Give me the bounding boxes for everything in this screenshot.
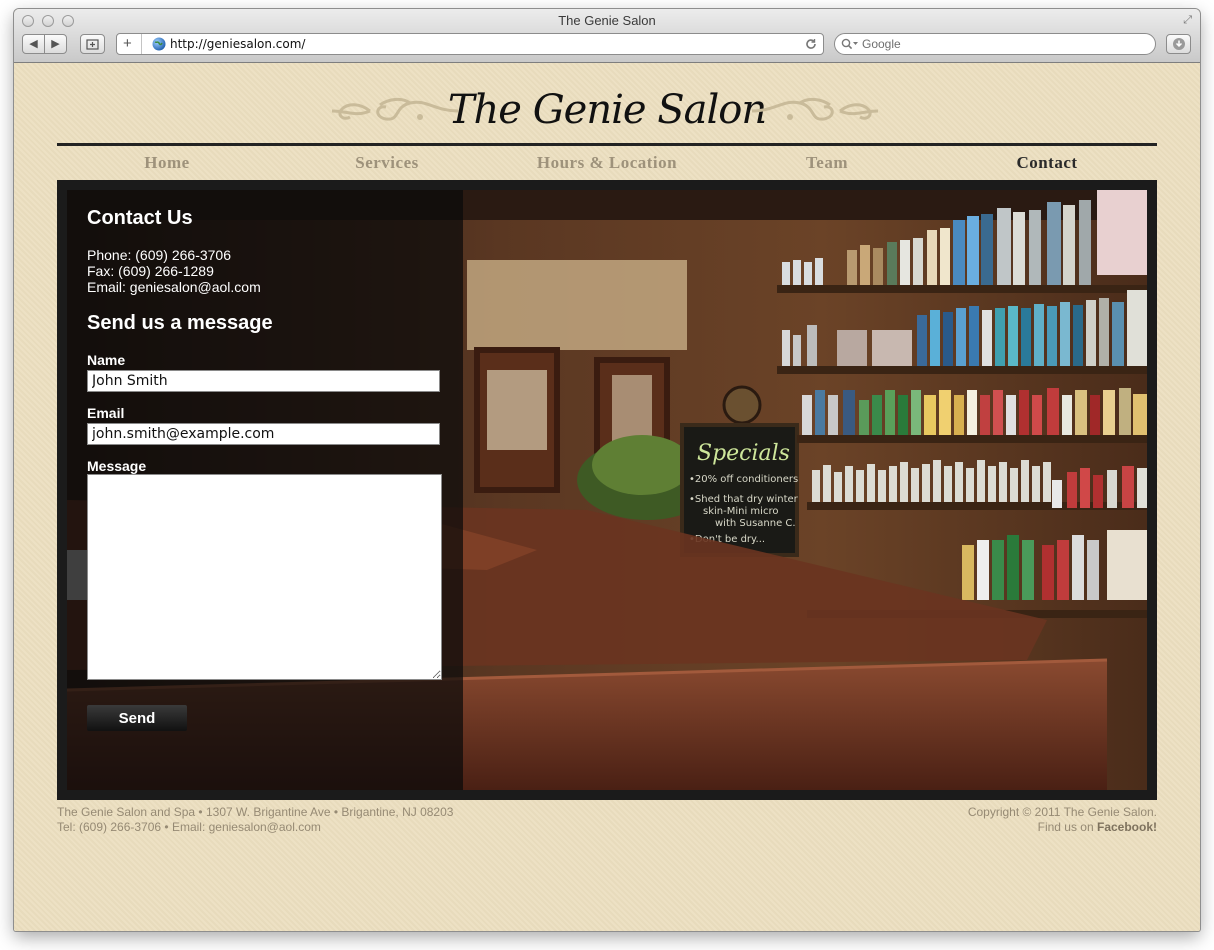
message-label: Message [87,458,147,474]
contact-email[interactable]: Email: geniesalon@aol.com [87,279,261,295]
forward-icon: ▶ [51,38,60,50]
right-ornament-icon [751,97,879,121]
message-textarea[interactable] [87,474,442,680]
downloads-button[interactable] [1166,34,1191,54]
site-logo-title[interactable]: The Genie Salon [14,87,1200,133]
bookmark-add-icon [85,39,99,50]
contact-phone: Phone: (609) 266-3706 [87,247,231,263]
forward-button[interactable]: ▶ [44,34,67,54]
chalkboard-line: •Shed that dry winter [689,494,799,505]
nav-hours-location[interactable]: Hours & Location [497,153,717,173]
header-divider [57,143,1157,146]
back-icon: ◀ [29,38,38,50]
contact-fax: Fax: (609) 266-1289 [87,263,214,279]
address-bar[interactable]: + http://geniesalon.com/ [116,33,824,55]
contact-panel: Contact Us Phone: (609) 266-3706 Fax: (6… [67,190,463,790]
email-label: Email [87,405,125,421]
bookmarks-button[interactable] [80,34,105,54]
browser-window: The Genie Salon ⤢ ◀ ▶ + http://geniesalo… [14,9,1200,931]
add-bookmark-icon[interactable]: + [123,35,132,52]
chalkboard-line: •20% off conditioners [689,474,798,485]
name-label: Name [87,352,126,368]
browser-toolbar: The Genie Salon ⤢ ◀ ▶ + http://geniesalo… [14,9,1200,63]
chalkboard-line: with Susanne C. [715,518,796,529]
fullscreen-icon[interactable]: ⤢ [1183,14,1192,27]
url-text[interactable]: http://geniesalon.com/ [170,37,305,51]
nav-contact[interactable]: Contact [967,153,1127,173]
nav-team[interactable]: Team [747,153,907,173]
name-input[interactable] [87,370,440,392]
form-heading: Send us a message [87,312,273,334]
back-button[interactable]: ◀ [22,34,45,54]
send-button[interactable]: Send [87,705,187,731]
facebook-prefix: Find us on [1037,820,1097,834]
footer-copyright: Copyright © 2011 The Genie Salon. [967,805,1157,819]
footer-facebook: Find us on Facebook! [1038,820,1157,835]
search-field[interactable]: Google [834,33,1156,55]
download-icon [1172,38,1185,50]
nav-home[interactable]: Home [87,153,247,173]
web-page: The Genie Salon Home Services Hours & Lo… [14,63,1200,931]
window-title: The Genie Salon [558,13,656,28]
chalkboard-line: skin-Mini micro [703,506,778,517]
footer-address: The Genie Salon and Spa • 1307 W. Brigan… [57,805,454,819]
globe-icon [152,37,166,51]
email-input[interactable] [87,423,440,445]
facebook-link[interactable]: Facebook! [1097,820,1157,834]
nav-services[interactable]: Services [307,153,467,173]
search-icon [841,38,858,50]
footer-contact: Tel: (609) 266-3706 • Email: geniesalon@… [57,820,321,834]
contact-hero: Specials •20% off conditioners •Shed tha… [57,180,1157,800]
reload-icon[interactable] [805,38,817,50]
contact-heading: Contact Us [87,207,193,229]
chalkboard-title: Specials [697,441,790,466]
search-placeholder: Google [862,37,901,51]
